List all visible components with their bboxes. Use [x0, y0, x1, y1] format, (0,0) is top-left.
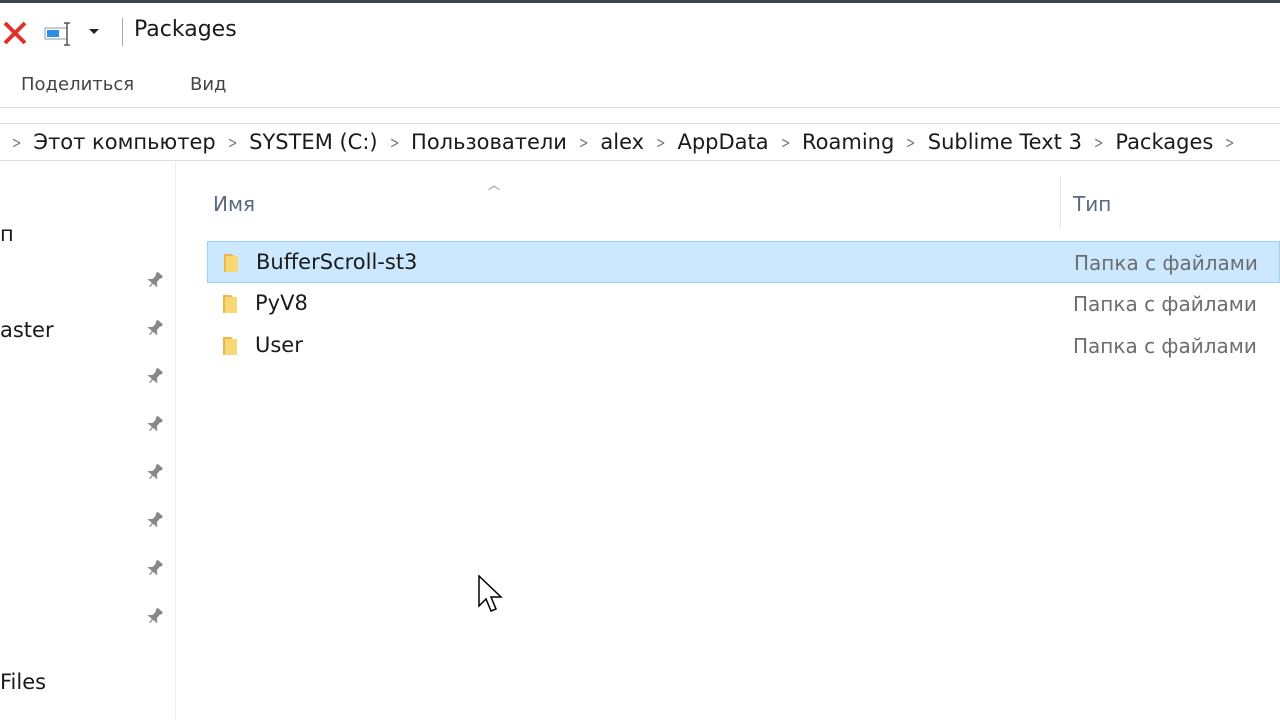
file-name: PyV8: [255, 291, 308, 315]
breadcrumb-item[interactable]: Roaming: [802, 130, 894, 154]
breadcrumb-item[interactable]: Этот компьютер: [33, 130, 215, 154]
folder-icon: [223, 337, 237, 355]
breadcrumb-item[interactable]: Packages: [1115, 130, 1213, 154]
chevron-right-icon[interactable]: >: [656, 133, 665, 152]
nav-item[interactable]: aster: [0, 318, 54, 342]
breadcrumb-item[interactable]: Пользователи: [411, 130, 567, 154]
column-type[interactable]: Тип: [1073, 192, 1111, 216]
delete-icon[interactable]: [2, 20, 28, 46]
chevron-right-icon[interactable]: >: [579, 133, 588, 152]
pin-icon[interactable]: [144, 558, 164, 578]
chevron-right-icon[interactable]: >: [1225, 133, 1234, 152]
tab-share[interactable]: Поделиться: [21, 74, 134, 95]
column-header: ︿ Имя Тип: [176, 176, 1280, 232]
pin-icon[interactable]: [144, 510, 164, 530]
breadcrumb-item[interactable]: AppData: [677, 130, 768, 154]
quick-access-dropdown[interactable]: [89, 29, 99, 34]
window-title: Packages: [134, 17, 237, 42]
tab-view[interactable]: Вид: [190, 74, 227, 95]
folder-icon: [223, 295, 237, 313]
file-type: Папка с файлами: [1073, 334, 1257, 358]
chevron-right-icon[interactable]: >: [781, 133, 790, 152]
sort-ascending-icon: ︿: [488, 178, 501, 192]
nav-item[interactable]: Files: [0, 670, 46, 694]
rename-icon[interactable]: [44, 22, 76, 46]
chevron-right-icon[interactable]: >: [906, 133, 915, 152]
pin-icon[interactable]: [144, 414, 164, 434]
chevron-right-icon[interactable]: >: [1094, 133, 1103, 152]
address-bar[interactable]: > Этот компьютер > SYSTEM (C:) > Пользователи…: [0, 123, 1280, 161]
mouse-cursor-icon: [478, 575, 503, 612]
chevron-right-icon[interactable]: >: [228, 133, 237, 152]
pin-icon[interactable]: [144, 270, 164, 290]
pin-icon[interactable]: [144, 606, 164, 626]
column-divider[interactable]: [1060, 176, 1061, 228]
breadcrumb-item[interactable]: alex: [600, 130, 644, 154]
separator: [122, 18, 123, 46]
column-name[interactable]: Имя: [213, 192, 255, 216]
chevron-right-icon[interactable]: >: [12, 133, 21, 152]
nav-item[interactable]: п: [0, 222, 14, 246]
pin-icon[interactable]: [144, 462, 164, 482]
folder-icon: [224, 254, 238, 272]
pin-icon[interactable]: [144, 318, 164, 338]
file-type: Папка с файлами: [1074, 251, 1258, 275]
title-bar: Packages: [0, 0, 1280, 62]
ribbon-tabs: Поделиться Вид: [0, 62, 1280, 108]
pin-icon[interactable]: [144, 366, 164, 386]
file-type: Папка с файлами: [1073, 292, 1257, 316]
navigation-pane: п aster Files: [0, 162, 176, 720]
file-name: BufferScroll-st3: [256, 250, 418, 274]
file-row[interactable]: PyV8 Папка с файлами: [207, 283, 1280, 325]
breadcrumb-item[interactable]: Sublime Text 3: [928, 130, 1082, 154]
file-name: User: [255, 333, 303, 357]
file-row[interactable]: BufferScroll-st3 Папка с файлами: [207, 241, 1280, 283]
breadcrumb-item[interactable]: SYSTEM (C:): [249, 130, 378, 154]
file-row[interactable]: User Папка с файлами: [207, 325, 1280, 367]
chevron-right-icon[interactable]: >: [390, 133, 399, 152]
